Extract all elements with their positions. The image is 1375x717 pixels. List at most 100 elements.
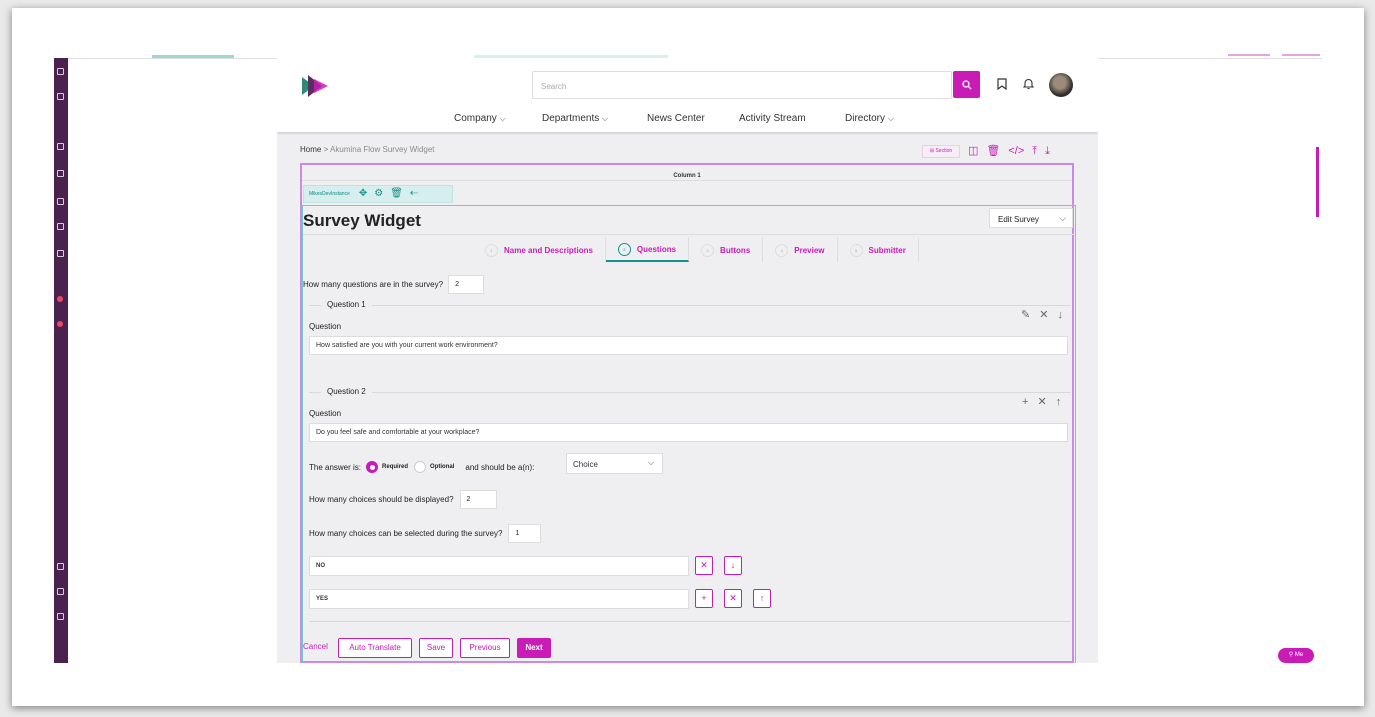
choice-1-remove-button[interactable]: ✕	[695, 556, 713, 575]
choices-displayed-input[interactable]: 2	[459, 489, 497, 509]
trash-icon[interactable]: 🗑	[986, 145, 1000, 157]
rail-icon[interactable]	[57, 563, 64, 570]
chevron-down-icon: ⌵	[887, 114, 894, 123]
nav-company[interactable]: Company ⌵	[454, 113, 506, 124]
rail-icon[interactable]	[57, 613, 64, 620]
align-top-icon[interactable]: ⤒	[1032, 145, 1037, 157]
step-tabs: 1 Name and Descriptions 2 Questions 3 Butto…	[473, 238, 919, 262]
settings-icon[interactable]: ⚙	[374, 189, 383, 199]
rail-icon[interactable]	[57, 170, 64, 177]
bell-icon[interactable]	[1021, 77, 1035, 91]
close-icon: ✕	[729, 593, 737, 603]
nav-departments[interactable]: Departments ⌵	[542, 113, 608, 124]
instance-label: MikesDevInstance	[309, 191, 350, 197]
exit-icon[interactable]: ⇠	[410, 189, 418, 199]
step-label: Questions	[636, 244, 677, 254]
columns-icon[interactable]: ◫	[968, 145, 978, 157]
question-2-actions: + ✕ ↑	[1022, 397, 1061, 408]
question-2-field-label: Question	[309, 409, 342, 418]
section-icon: ⊞	[929, 147, 935, 154]
rail-icon[interactable]	[57, 223, 64, 230]
question-2-fieldset: Question 2 + ✕ ↑ Question Do you feel sa…	[309, 387, 1071, 622]
next-button[interactable]: Next	[517, 638, 551, 658]
answer-type-select[interactable]: Choice ⌵	[566, 453, 663, 474]
rail-icon[interactable]	[57, 198, 64, 205]
code-icon[interactable]: </>	[1008, 145, 1024, 157]
bg-button-strip	[1282, 54, 1320, 56]
save-button[interactable]: Save	[419, 638, 453, 658]
close-icon[interactable]: ✕	[1037, 397, 1046, 408]
edit-icon[interactable]: ✎	[1021, 310, 1030, 321]
rail-icon[interactable]	[57, 93, 64, 100]
align-bottom-icon[interactable]: ⤓	[1045, 145, 1050, 157]
optional-label: Optional	[430, 464, 455, 470]
nav-label: Directory	[845, 113, 886, 124]
choice-1-input[interactable]: NO	[309, 556, 689, 576]
arrow-down-icon[interactable]: ↓	[1057, 310, 1063, 321]
tab-buttons[interactable]: 3 Buttons	[689, 238, 764, 262]
move-icon[interactable]: ✥	[359, 189, 367, 199]
step-label: Preview	[794, 245, 825, 255]
notification-dot	[57, 321, 63, 327]
nav-directory[interactable]: Directory ⌵	[845, 113, 894, 124]
choice-1-move-down-button[interactable]: ↓	[724, 556, 742, 575]
search-button[interactable]	[953, 71, 980, 98]
rail-icon[interactable]	[57, 588, 64, 595]
step-number: 3	[701, 243, 715, 257]
divider	[303, 234, 1075, 235]
scroll-indicator[interactable]	[1316, 147, 1319, 217]
logo-icon[interactable]	[302, 75, 328, 97]
choices-displayed-label: How many choices should be displayed?	[309, 494, 454, 504]
step-label: Buttons	[720, 245, 751, 255]
rail-icon[interactable]	[57, 143, 64, 150]
chevron-down-icon: ⌵	[602, 114, 609, 123]
cancel-button[interactable]: Cancel	[303, 642, 328, 651]
answer-type-label: and should be a(n):	[465, 462, 535, 472]
choices-selectable-label: How many choices can be selected during …	[309, 528, 503, 538]
choice-2-add-button[interactable]: +	[695, 589, 713, 608]
rail-icon[interactable]	[57, 68, 64, 75]
optional-radio[interactable]	[414, 461, 427, 473]
auto-translate-button[interactable]: Auto Translate	[338, 638, 412, 658]
divider	[302, 180, 1072, 181]
close-icon[interactable]: ✕	[1039, 310, 1048, 321]
answer-type-value: Choice	[573, 460, 598, 469]
tab-preview[interactable]: 4 Preview	[763, 238, 838, 262]
breadcrumb-home[interactable]: Home	[300, 145, 321, 154]
section-button[interactable]: ⊞ Section	[922, 144, 960, 158]
close-icon: ✕	[700, 560, 708, 570]
nav-activity-stream[interactable]: Activity Stream	[739, 113, 806, 124]
search-icon	[961, 79, 971, 89]
nav-news-center[interactable]: News Center	[647, 113, 705, 124]
tab-name-and-descriptions[interactable]: 1 Name and Descriptions	[473, 238, 606, 262]
required-radio[interactable]	[366, 461, 379, 473]
choices-selectable-input[interactable]: 1	[508, 523, 542, 543]
section-toolbar: ⊞ Section ◫ 🗑 </> ⤒ ⤓	[922, 144, 1050, 158]
choice-2-remove-button[interactable]: ✕	[724, 589, 742, 608]
choice-2-input[interactable]: YES	[309, 589, 689, 609]
rail-icon[interactable]	[57, 250, 64, 257]
plus-icon[interactable]: +	[1022, 397, 1028, 408]
me-chip[interactable]: ⚲ Me	[1278, 648, 1314, 663]
choices-displayed-row: How many choices should be displayed? 2	[309, 489, 497, 509]
question-2-text-input[interactable]: Do you feel safe and comfortable at your…	[309, 423, 1068, 442]
step-number: 2	[617, 242, 631, 256]
chevron-down-icon: ⌵	[1059, 213, 1066, 223]
trash-icon[interactable]: 🗑	[390, 189, 403, 199]
question-1-text-input[interactable]: How satisfied are you with your current …	[309, 336, 1068, 355]
question-count-input[interactable]: 2	[448, 274, 485, 294]
edit-survey-select[interactable]: Edit Survey ⌵	[989, 208, 1073, 228]
bookmark-icon[interactable]	[995, 77, 1009, 91]
survey-widget: Survey Widget Edit Survey ⌵ 1 Name and Des…	[302, 205, 1076, 663]
tab-submitter[interactable]: 5 Submitter	[838, 238, 919, 262]
step-label: Submitter	[868, 245, 906, 255]
question-1-legend: Question 1	[321, 300, 372, 309]
avatar[interactable]	[1049, 73, 1073, 97]
choice-2-move-up-button[interactable]: ↑	[753, 589, 771, 608]
previous-button[interactable]: Previous	[460, 638, 510, 658]
bg-button-strip	[1228, 54, 1270, 56]
search-input[interactable]: Search	[532, 71, 952, 99]
arrow-up-icon[interactable]: ↑	[1056, 397, 1062, 408]
tab-questions[interactable]: 2 Questions	[605, 238, 690, 262]
question-1-actions: ✎ ✕ ↓	[1021, 310, 1063, 321]
